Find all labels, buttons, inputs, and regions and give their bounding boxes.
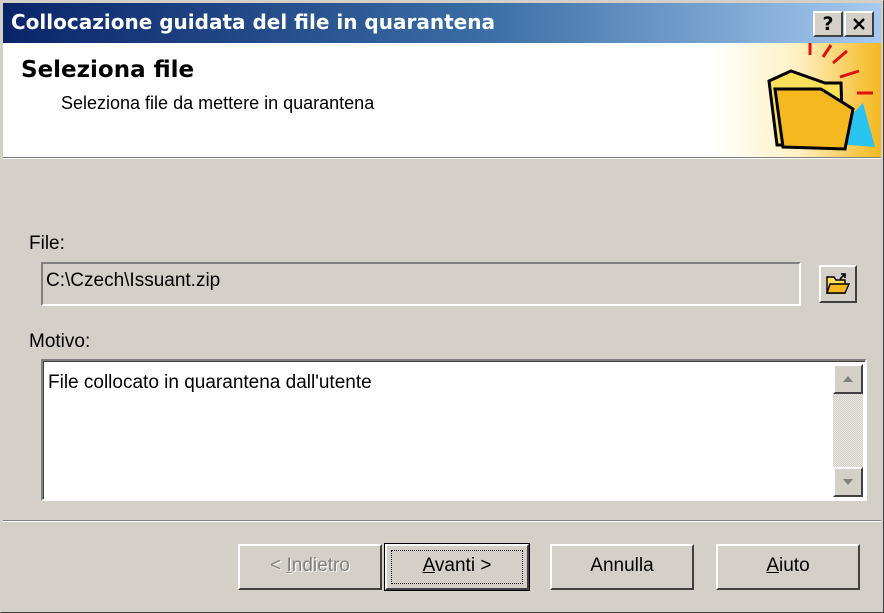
back-label: ndietro: [291, 555, 350, 576]
footer-separator: [3, 520, 881, 522]
next-button[interactable]: Avanti >: [384, 543, 530, 591]
help-caption-button[interactable]: ?: [813, 11, 843, 37]
folder-icon: [713, 43, 881, 157]
wizard-window: Collocazione guidata del file in quarant…: [0, 0, 884, 613]
arrow-up-icon: [843, 376, 853, 382]
open-folder-icon: [826, 273, 851, 294]
back-button[interactable]: < Indietro: [238, 544, 382, 590]
close-button[interactable]: [844, 11, 874, 37]
help-icon: ?: [822, 13, 834, 35]
page-subtitle: Seleziona file da mettere in quarantena: [61, 93, 375, 113]
help-mnemonic: A: [766, 555, 780, 576]
back-prefix: <: [270, 555, 287, 576]
browse-button[interactable]: [819, 265, 857, 303]
file-path-field[interactable]: C:\Czech\Issuant.zip: [41, 262, 801, 306]
reason-textarea[interactable]: File collocato in quarantena dall'utente: [41, 359, 867, 501]
reason-textarea-inner: File collocato in quarantena dall'utente: [43, 361, 865, 499]
header-separator: [3, 157, 881, 159]
title-bar[interactable]: Collocazione guidata del file in quarant…: [3, 3, 881, 43]
reason-text: File collocato in quarantena dall'utente: [48, 372, 372, 393]
focus-rect: [391, 550, 523, 584]
close-icon: [853, 18, 865, 30]
page-title: Seleziona file: [21, 57, 195, 83]
vertical-scrollbar[interactable]: [833, 364, 863, 497]
scroll-down-button[interactable]: [833, 467, 863, 497]
scroll-up-button[interactable]: [833, 364, 863, 394]
file-label: File:: [29, 233, 65, 254]
arrow-down-icon: [843, 479, 853, 485]
help-button[interactable]: Aiuto: [716, 544, 860, 590]
wizard-header: Seleziona file Seleziona file da mettere…: [3, 43, 881, 157]
help-label: iuto: [779, 555, 810, 576]
cancel-button[interactable]: Annulla: [550, 544, 694, 590]
window-title: Collocazione guidata del file in quarant…: [11, 10, 495, 34]
reason-label: Motivo:: [29, 331, 91, 352]
